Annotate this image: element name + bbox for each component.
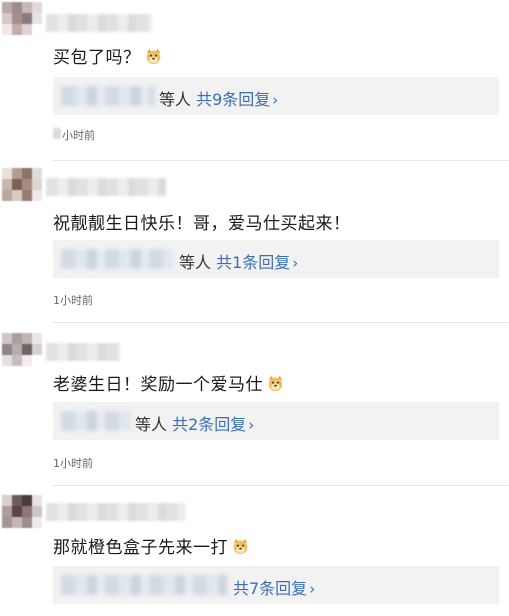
reply-info: 等人 共2条回复 › [135, 411, 254, 435]
reply-info: 共7条回复 › [233, 575, 315, 599]
reply-info: 等人 共9条回复 › [159, 86, 278, 110]
chevron-right-icon: › [292, 254, 299, 272]
reply-suffix: 等人 [159, 90, 192, 109]
comment-time: 1小时前 [53, 294, 93, 307]
chevron-right-icon: › [272, 91, 279, 109]
reply-count-label: 共9条回复 [196, 90, 271, 109]
comment-text: 祝靓靓生日快乐！哥，爱马仕买起来！ [53, 214, 351, 234]
reply-info: 等人 共1条回复 › [179, 249, 298, 273]
divider [53, 322, 509, 323]
divider [53, 160, 509, 161]
chevron-right-icon: › [248, 416, 255, 434]
avatar[interactable] [2, 333, 42, 377]
view-replies-link[interactable]: 共9条回复 › [196, 90, 278, 109]
time-blurred-digit [53, 128, 61, 139]
reply-summary[interactable]: 共7条回复 › [53, 566, 499, 604]
reply-user-blurred [61, 249, 173, 269]
username-blurred[interactable] [46, 178, 166, 196]
reply-suffix: 等人 [135, 415, 168, 434]
doge-emoji-icon [146, 48, 160, 65]
reply-summary[interactable]: 等人 共2条回复 › [53, 402, 499, 440]
username-blurred[interactable] [46, 503, 186, 521]
view-replies-link[interactable]: 共2条回复 › [172, 415, 254, 434]
view-replies-link[interactable]: 共7条回复 › [233, 579, 315, 598]
comment-text: 老婆生日！奖励一个爱马仕 [53, 370, 284, 395]
comment-text-content: 那就橙色盒子先来一打 [53, 538, 228, 558]
doge-emoji-icon [268, 375, 283, 392]
reply-user-blurred [61, 86, 155, 106]
comment-time: 1小时前 [53, 457, 93, 470]
reply-user-blurred [61, 411, 131, 431]
reply-count-label: 共7条回复 [233, 579, 308, 598]
doge-emoji-icon [233, 538, 248, 555]
comment-text: 买包了吗？ [53, 43, 162, 68]
reply-count-label: 共1条回复 [216, 253, 291, 272]
chevron-right-icon: › [309, 580, 316, 598]
reply-user-blurred [61, 575, 227, 595]
comment-text-content: 买包了吗？ [53, 48, 141, 68]
avatar[interactable] [2, 495, 42, 539]
view-replies-link[interactable]: 共1条回复 › [216, 253, 298, 272]
avatar[interactable] [2, 168, 42, 212]
username-blurred[interactable] [46, 14, 152, 32]
username-blurred[interactable] [46, 343, 120, 361]
comment-text: 那就橙色盒子先来一打 [53, 533, 249, 558]
avatar[interactable] [2, 2, 42, 46]
reply-count-label: 共2条回复 [172, 415, 247, 434]
reply-suffix: 等人 [179, 253, 212, 272]
divider [53, 485, 509, 486]
comment-text-content: 老婆生日！奖励一个爱马仕 [53, 375, 263, 395]
reply-summary[interactable]: 等人 共9条回复 › [53, 77, 499, 115]
reply-summary[interactable]: 等人 共1条回复 › [53, 240, 499, 278]
comment-time: 小时前 [62, 129, 95, 142]
